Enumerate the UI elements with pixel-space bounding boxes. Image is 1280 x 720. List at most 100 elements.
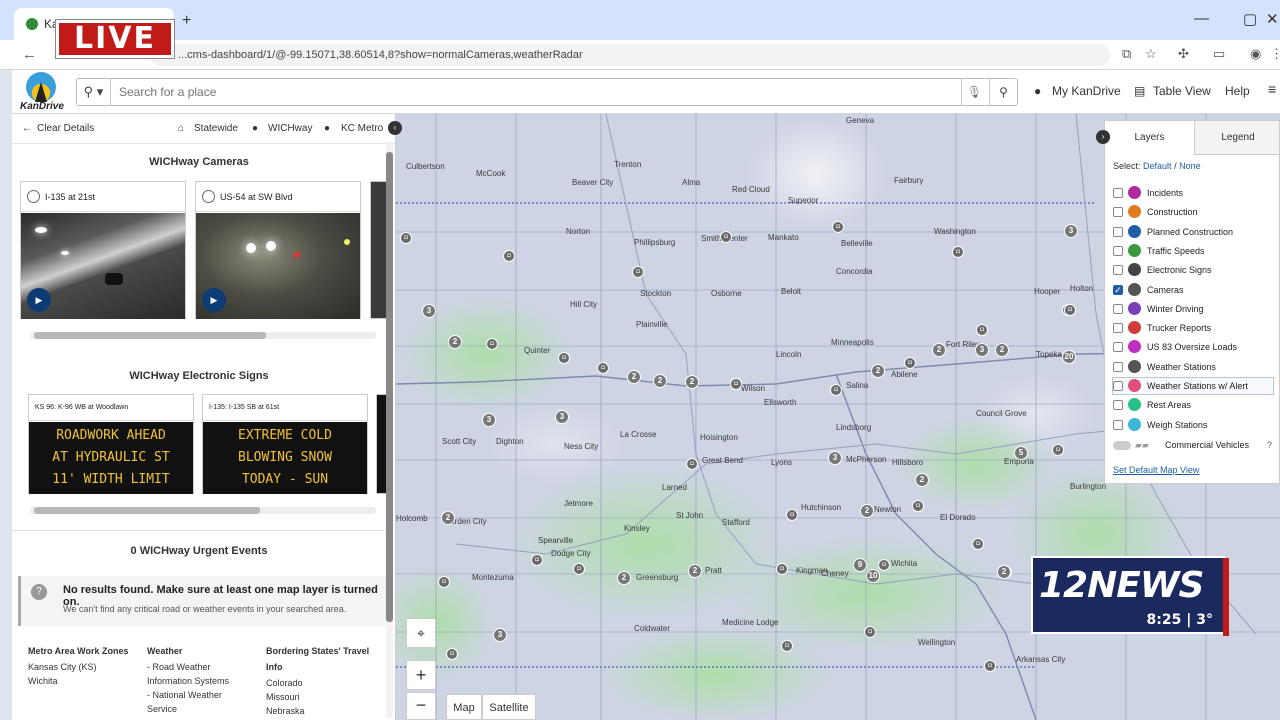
footer-link[interactable]: - National Weather	[147, 688, 229, 702]
layer-checkbox[interactable]	[1113, 419, 1123, 430]
camera-marker[interactable]: ◘	[730, 378, 742, 390]
footer-link[interactable]: Wichita	[28, 674, 129, 688]
layer-checkbox[interactable]	[1113, 361, 1123, 372]
search-input[interactable]	[119, 79, 939, 105]
favorite-icon[interactable]	[202, 190, 215, 203]
camera-cluster[interactable]: 2	[860, 504, 874, 518]
camera-marker[interactable]: ◘	[573, 563, 585, 575]
minimize-icon[interactable]: —	[1194, 10, 1209, 27]
layer-item[interactable]: US 83 Oversize Loads	[1113, 339, 1273, 355]
camera-marker[interactable]: ◘	[984, 660, 996, 672]
camera-cluster[interactable]: 10	[866, 569, 880, 583]
camera-cluster[interactable]: 2	[997, 565, 1011, 579]
play-icon[interactable]: ▶	[27, 288, 51, 312]
camera-marker[interactable]: ◘	[1064, 304, 1076, 316]
camera-marker[interactable]: ◘	[531, 554, 543, 566]
toggle-switch[interactable]	[1113, 441, 1131, 450]
tab-layers[interactable]: Layers	[1105, 121, 1195, 155]
layer-checkbox[interactable]	[1113, 265, 1123, 276]
microphone-icon[interactable]: 🎙	[961, 79, 987, 105]
footer-link[interactable]: Service	[147, 702, 229, 716]
hamburger-menu-icon[interactable]: ≡	[1268, 81, 1276, 97]
camera-marker[interactable]: ◘	[976, 324, 988, 336]
layer-checkbox[interactable]	[1113, 342, 1123, 353]
my-kandrive-link[interactable]: My KanDrive	[1052, 84, 1121, 98]
camera-marker[interactable]: ◘	[952, 246, 964, 258]
camera-marker[interactable]: ◘	[972, 538, 984, 550]
camera-marker[interactable]: ◘	[632, 266, 644, 278]
footer-link[interactable]: Missouri	[266, 690, 369, 704]
layer-item[interactable]: Winter Driving	[1113, 301, 1273, 317]
camera-cluster[interactable]: 3	[975, 343, 989, 357]
kcmetro-link[interactable]: KC Metro	[341, 123, 383, 134]
camera-marker[interactable]: ◘	[832, 221, 844, 233]
zoom-out-button[interactable]: −	[406, 692, 436, 720]
back-icon[interactable]: ←	[22, 46, 37, 63]
install-icon[interactable]: ⧉	[1122, 46, 1131, 62]
layer-checkbox[interactable]	[1113, 323, 1123, 334]
play-icon[interactable]: ▶	[202, 288, 226, 312]
locate-me-button[interactable]: ⌖	[406, 618, 436, 648]
layer-item[interactable]: Rest Areas	[1113, 397, 1273, 413]
camera-card[interactable]: I-135 at 21st ▶	[20, 181, 186, 319]
camera-cluster[interactable]: 3	[828, 451, 842, 465]
layer-checkbox[interactable]	[1113, 207, 1123, 218]
camera-marker[interactable]: ◘	[864, 626, 876, 638]
camera-cluster[interactable]: 2	[915, 473, 929, 487]
help-icon[interactable]: ?	[1267, 437, 1272, 453]
camera-card[interactable]: US-54 at SW Blvd ▶	[195, 181, 361, 319]
layer-item[interactable]: Electronic Signs	[1113, 262, 1273, 278]
footer-link[interactable]: Colorado	[266, 676, 369, 690]
search-icon[interactable]: ⚲	[989, 79, 1017, 105]
layer-checkbox[interactable]	[1113, 400, 1123, 411]
camera-marker[interactable]: ◘	[781, 640, 793, 652]
layer-checkbox[interactable]	[1113, 381, 1123, 391]
camera-marker[interactable]: ◘	[503, 250, 515, 262]
layer-item[interactable]: Planned Construction	[1113, 224, 1273, 240]
footer-link[interactable]: - Road Weather	[147, 660, 229, 674]
extensions-icon[interactable]: ✣	[1178, 46, 1189, 62]
camera-cluster[interactable]: 3	[422, 304, 436, 318]
sidepanel-icon[interactable]: ▭	[1213, 46, 1225, 62]
camera-marker[interactable]: ◘	[830, 384, 842, 396]
statewide-link[interactable]: Statewide	[194, 123, 238, 134]
table-view-link[interactable]: Table View	[1153, 84, 1211, 98]
maximize-icon[interactable]: ▢	[1243, 10, 1257, 28]
layer-item[interactable]: Weather Stations w/ Alert	[1112, 377, 1274, 395]
account-icon[interactable]: ●	[1034, 84, 1041, 98]
wichway-link[interactable]: WICHway	[268, 123, 312, 134]
camera-marker[interactable]: ◘	[878, 559, 890, 571]
camera-marker[interactable]: ◘	[1052, 444, 1064, 456]
profile-icon[interactable]: ◉	[1250, 46, 1261, 62]
camera-marker[interactable]: ◘	[686, 458, 698, 470]
signs-scrollbar[interactable]	[30, 507, 376, 514]
camera-marker[interactable]: ◘	[776, 563, 788, 575]
new-tab-icon[interactable]: +	[182, 12, 191, 30]
tab-legend[interactable]: Legend	[1195, 121, 1280, 155]
camera-cluster[interactable]: 3	[482, 413, 496, 427]
cameras-scrollbar[interactable]	[30, 332, 376, 339]
layer-checkbox[interactable]	[1113, 226, 1123, 237]
camera-cluster[interactable]: 3	[1064, 224, 1078, 238]
close-window-icon[interactable]: ✕	[1266, 10, 1279, 28]
sign-card[interactable]: I-135: I-135 SB at 61st EXTREME COLD BLO…	[202, 394, 368, 494]
camera-cluster[interactable]: 5	[1014, 446, 1028, 460]
bookmark-icon[interactable]: ☆	[1145, 46, 1157, 62]
url-field[interactable]: ...cms-dashboard/1/@-99.15071,38.60514,8…	[150, 44, 1110, 66]
panel-scrollbar[interactable]	[386, 142, 393, 718]
menu-dots-icon[interactable]: ⋮	[1270, 46, 1280, 62]
camera-marker[interactable]: ◘	[558, 352, 570, 364]
camera-marker[interactable]: ◘	[438, 576, 450, 588]
camera-marker[interactable]: ◘	[597, 362, 609, 374]
camera-cluster[interactable]: 3	[555, 410, 569, 424]
camera-marker[interactable]: ◘	[720, 231, 732, 243]
zoom-in-button[interactable]: +	[406, 660, 436, 690]
camera-cluster[interactable]: 3	[493, 628, 507, 642]
layer-item[interactable]: Weather Stations	[1113, 359, 1273, 375]
camera-cluster[interactable]: 9	[853, 558, 867, 572]
layer-checkbox[interactable]	[1113, 188, 1123, 198]
layer-item[interactable]: Weigh Stations	[1113, 417, 1273, 433]
camera-cluster[interactable]: 2	[617, 571, 631, 585]
camera-cluster[interactable]: 2	[627, 370, 641, 384]
layer-item[interactable]: ✓ Cameras	[1113, 282, 1273, 298]
